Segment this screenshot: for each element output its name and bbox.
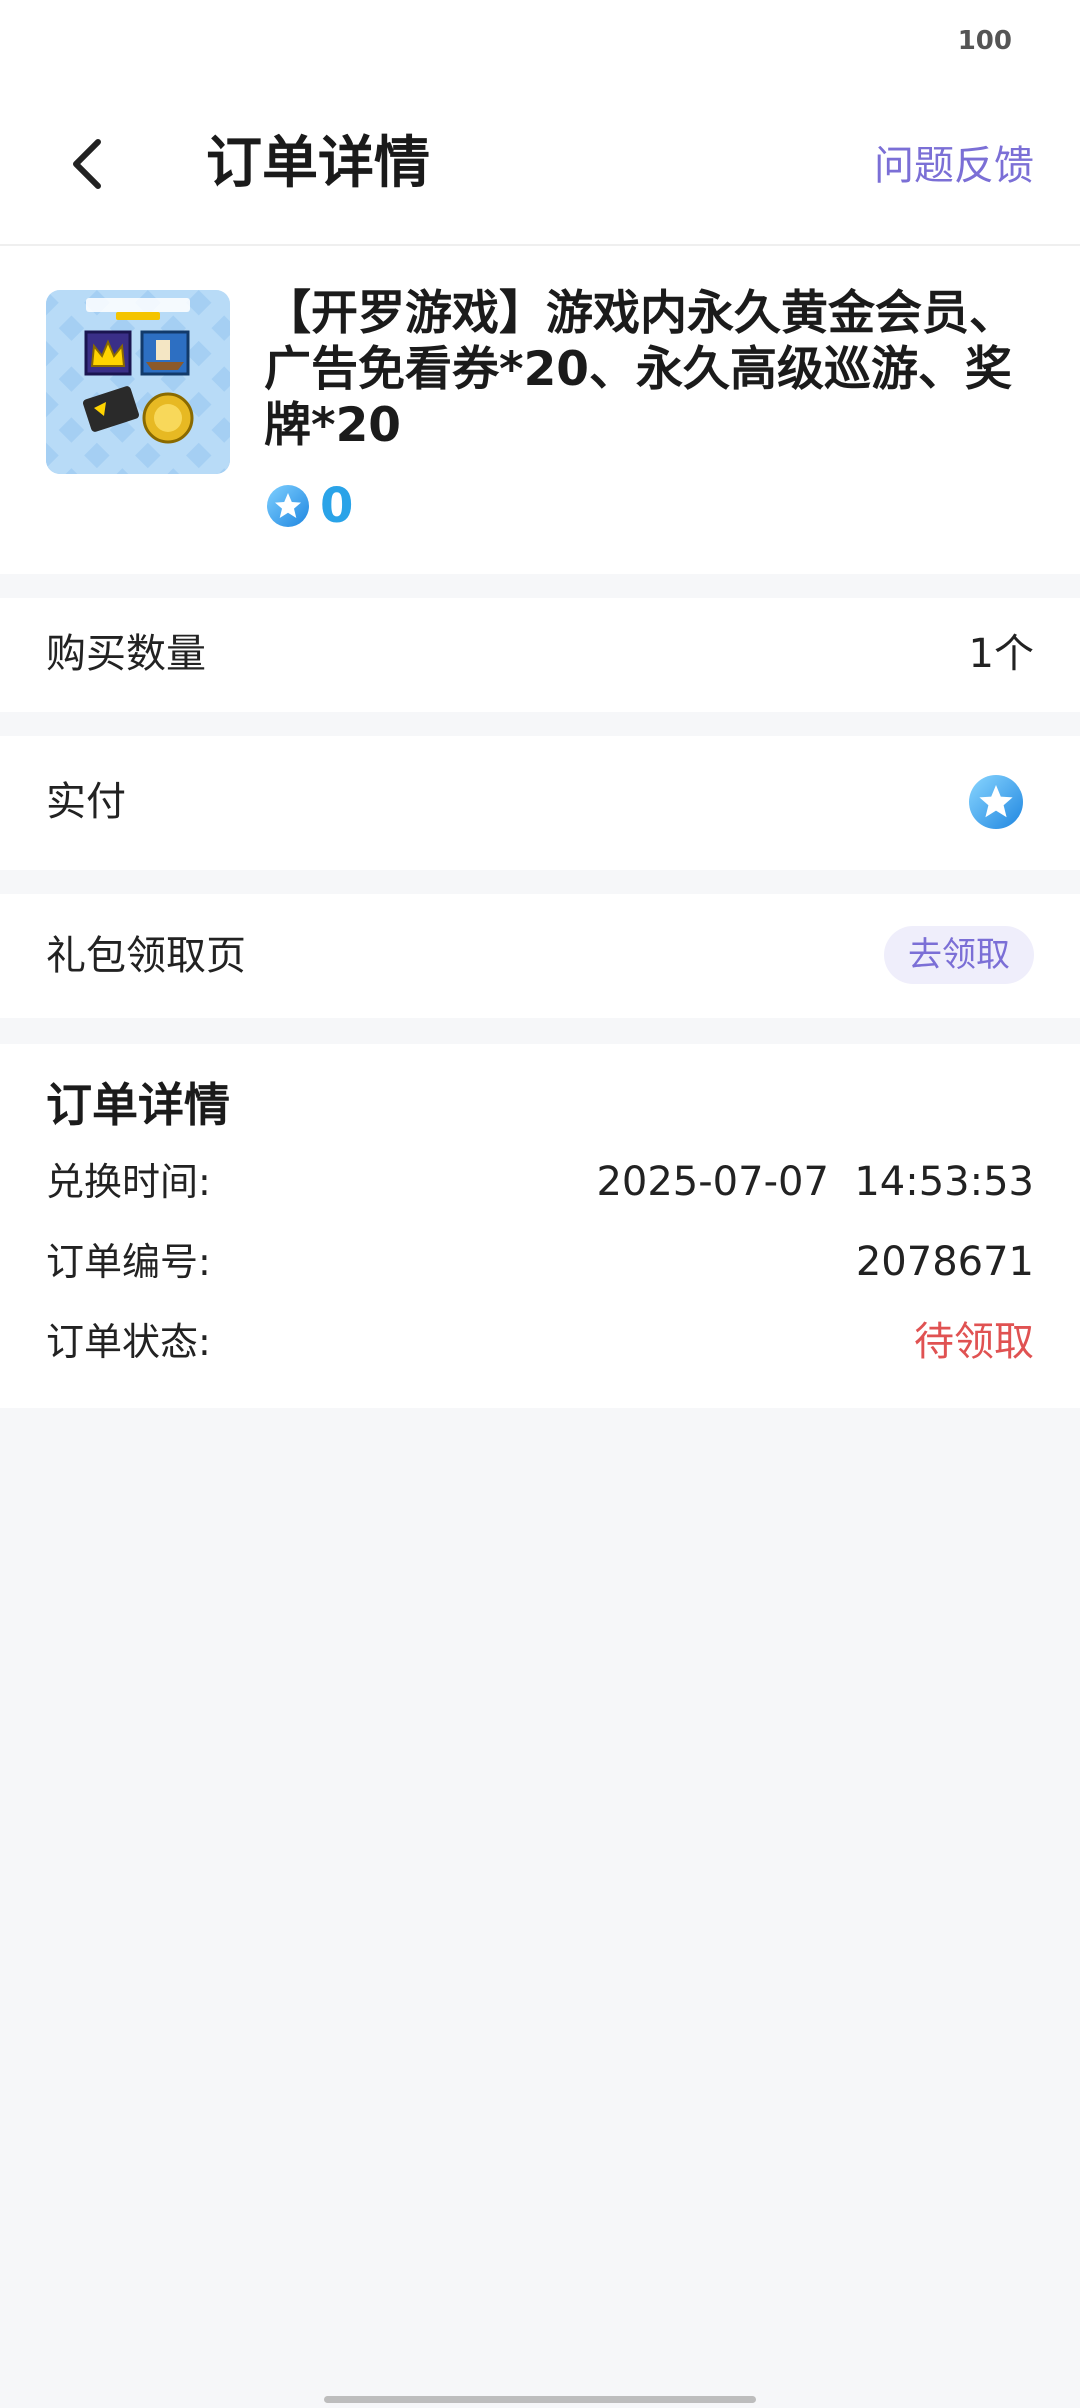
chevron-left-icon (73, 139, 101, 189)
quantity-row: 购买数量 1个 (0, 598, 1080, 712)
order-status-value: 待领取 (914, 1319, 1034, 1365)
back-button[interactable] (58, 128, 122, 200)
order-id-line: 订单编号: 2078671 (46, 1234, 1034, 1290)
order-id-label: 订单编号: (46, 1240, 211, 1284)
home-indicator[interactable] (324, 2396, 756, 2403)
details-title: 订单详情 (46, 1078, 230, 1132)
quantity-value: 1个 (968, 631, 1034, 677)
star-coin-icon (968, 774, 1024, 830)
battery-level: 100 (957, 26, 1012, 56)
order-details-card: 订单详情 兑换时间: 2025-07-07 14:53:53 订单编号: 207… (0, 1044, 1080, 1408)
redeem-time-line: 兑换时间: 2025-07-07 14:53:53 (46, 1154, 1034, 1210)
status-bar: 100 (0, 0, 1080, 88)
product-image (46, 290, 230, 474)
price-row: 0 (266, 478, 353, 534)
redeem-time-value: 2025-07-07 14:53:53 (596, 1159, 1034, 1205)
paid-label: 实付 (46, 779, 126, 825)
order-status-label: 订单状态: (46, 1320, 211, 1364)
paid-row: 实付 (0, 736, 1080, 870)
claim-button[interactable]: 去领取 (884, 926, 1034, 984)
price-value: 0 (320, 478, 354, 534)
page-title: 订单详情 (206, 131, 430, 196)
gift-label: 礼包领取页 (46, 933, 246, 979)
star-coin-icon (266, 484, 310, 528)
order-id-value: 2078671 (855, 1239, 1034, 1285)
gift-row: 礼包领取页 去领取 (0, 894, 1080, 1018)
product-title: 【开罗游戏】游戏内永久黄金会员、广告免看券*20、永久高级巡游、奖牌*20 (264, 286, 1016, 453)
order-status-line: 订单状态: 待领取 (46, 1314, 1034, 1370)
feedback-link[interactable]: 问题反馈 (874, 136, 1034, 196)
redeem-time-label: 兑换时间: (46, 1160, 211, 1204)
product-card: 【开罗游戏】游戏内永久黄金会员、广告免看券*20、永久高级巡游、奖牌*20 0 (0, 246, 1080, 574)
header: 订单详情 问题反馈 (0, 88, 1080, 246)
quantity-label: 购买数量 (46, 631, 206, 677)
